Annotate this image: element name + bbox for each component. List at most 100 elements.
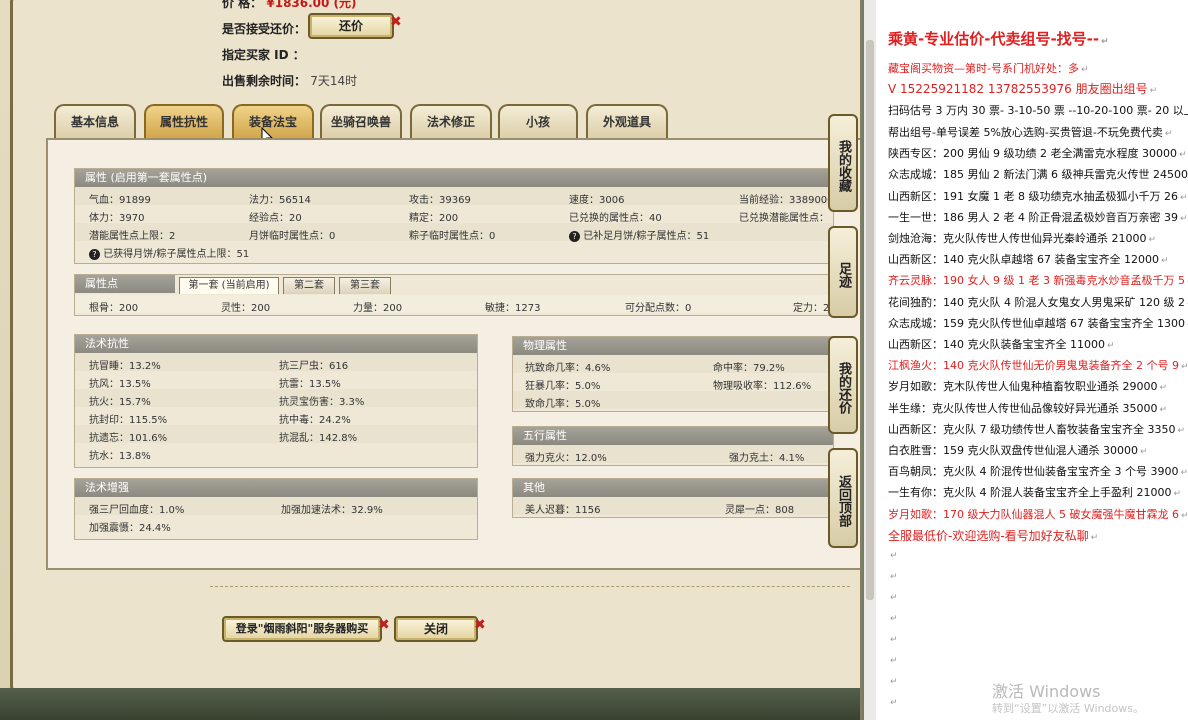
document-line: 山西新区：140 克火队装备宝宝齐全 11000 ↵ [888, 336, 1115, 352]
document-line-text: 藏宝阁买物资—第时-号系门机好处：多 [888, 62, 1079, 75]
tab-mounts-summons[interactable]: 坐骑召唤兽 [320, 104, 402, 138]
price-row: 价 格： ¥1836.00 (元) [222, 0, 357, 11]
resist-cell: 抗冒睡：13.2% [89, 361, 161, 372]
paragraph-mark-icon: ↵ [890, 697, 898, 708]
document-line: 剑烛沧海：克火队传世人传世仙异光秦岭通杀 21000 ↵ [888, 230, 1156, 246]
document-line-text: 齐云灵脉：190 女人 9 级 1 老 3 新强毒克水炒音孟极千万 5 [888, 274, 1185, 288]
document-line: 一生一世：186 男人 2 老 4 阶正骨混孟极妙音百万亲密 39 ↵ [888, 209, 1188, 225]
counter-offer-button[interactable]: 还价 [308, 13, 394, 39]
accept-counter-label: 是否接受还价： [222, 22, 307, 36]
paragraph-mark-icon: ↵ [1160, 256, 1169, 267]
help-icon[interactable]: ? [569, 231, 580, 242]
points-cell: 灵性：200 [221, 303, 271, 314]
attr-cell: 体力：3970 [89, 213, 145, 224]
document-line: 山西新区：191 女魔 1 老 8 级功绩克水抽孟极狐小千万 26 ↵ [888, 188, 1188, 204]
tab-basic-info[interactable]: 基本信息 [54, 104, 136, 138]
document-line-text: 山西新区：191 女魔 1 老 8 级功绩克水抽孟极狐小千万 26 [888, 189, 1178, 203]
physical-box: 物理属性 抗致命几率：4.6% 命中率：79.2% 狂暴几率：5.0% 物理吸收… [512, 336, 834, 412]
boost-cell: 加强震慑：24.4% [89, 523, 171, 534]
subtab-set-1[interactable]: 第一套 (当前启用) [179, 277, 279, 294]
other-box: 其他 美人迟暮：1156 灵犀一点：808 [512, 478, 834, 518]
empty-paragraph: ↵ [888, 590, 898, 603]
document-line: 帮出组号-单号误差 5%放心选购-买贵管退-不玩免费代卖 ↵ [888, 124, 1172, 140]
boost-cell: 加强加速法术：32.9% [281, 505, 383, 516]
attr-cell: 经验点：20 [249, 213, 302, 224]
physical-cell: 致命几率：5.0% [525, 399, 601, 410]
paragraph-mark-icon: ↵ [1179, 192, 1188, 203]
points-cell: 敏捷：1273 [485, 303, 541, 314]
document-line: 岁月如歌：170 级大力队仙器混人 5 破女魔强牛魔甘霖龙 6 ↵ [888, 506, 1188, 522]
game-window: 价 格： ¥1836.00 (元) 是否接受还价： 还价 ✖ 指定买家 ID ：… [0, 0, 862, 720]
magic-boost-box: 法术增强 强三尸回血度：1.0% 加强加速法术：32.9% 加强震慑：24.4% [74, 478, 478, 540]
tab-appearance[interactable]: 外观道具 [586, 104, 668, 138]
paragraph-mark-icon: ↵ [1139, 447, 1148, 457]
activation-watermark-sub: 转到“设置”以激活 Windows。 [992, 702, 1144, 715]
subtab-set-3[interactable]: 第三套 [339, 277, 391, 294]
resist-cell: 抗混乱：142.8% [279, 433, 358, 444]
attributes-header: 属性 (启用第一套属性点) [75, 169, 833, 187]
attr-cell: 粽子临时属性点：0 [409, 231, 496, 242]
footprints-button[interactable]: 足迹 [828, 226, 858, 318]
document-line: 花间独酌：140 克火队 4 阶混人女鬼女人男鬼采矿 120 级 2↵ [888, 294, 1188, 310]
other-header: 其他 [513, 479, 833, 497]
boost-cell: 强三尸回血度：1.0% [89, 505, 185, 516]
paragraph-mark-icon: ↵ [1173, 489, 1182, 500]
attr-cell: 法力：56514 [249, 195, 311, 206]
document-line: 山西新区：克火队 7 级功绩传世人畜牧装备宝宝齐全 3350 ↵ [888, 421, 1185, 437]
attr-footer-text: 已获得月饼/粽子属性点上限：51 [103, 249, 250, 260]
my-counter-offers-button[interactable]: 我的还价 [828, 336, 858, 434]
document-line-text: 众志成城：159 克火队传世仙卓越塔 67 装备宝宝齐全 1300 [888, 316, 1185, 330]
tab-attribute-resist[interactable]: 属性抗性 [144, 104, 224, 138]
document-line-text: 全服最低价-欢迎选购-看号加好友私聊 [888, 528, 1089, 543]
tab-spell-mods[interactable]: 法术修正 [410, 104, 492, 138]
close-x-icon: ✖ [390, 14, 402, 30]
wuxing-header: 五行属性 [513, 427, 833, 445]
resist-cell: 抗遗忘：101.6% [89, 433, 168, 444]
tab-child[interactable]: 小孩 [498, 104, 578, 138]
resist-cell: 抗灵宝伤害：3.3% [279, 397, 365, 408]
resist-cell: 抗水：13.8% [89, 451, 151, 462]
document-line-text: 岁月如歌：克木队传世人仙鬼种植畜牧职业通杀 29000 [888, 380, 1158, 394]
price-value: ¥1836.00 (元) [266, 0, 357, 10]
document-line: 一生有你：克火队 4 阶混人装备宝宝齐全上手盈利 21000 ↵ [888, 484, 1181, 500]
document-line-text: 一生有你：克火队 4 阶混人装备宝宝齐全上手盈利 21000 [888, 486, 1172, 500]
physical-cell: 抗致命几率：4.6% [525, 363, 611, 374]
scrollbar[interactable] [864, 0, 876, 720]
my-favorites-button[interactable]: 我的收藏 [828, 114, 858, 212]
empty-paragraph: ↵ [888, 611, 898, 624]
document-line: 齐云灵脉：190 女人 9 级 1 老 3 新强毒克水炒音孟极千万 5↵ [888, 272, 1188, 288]
document-line: 山西新区：140 克火队卓越塔 67 装备宝宝齐全 12000 ↵ [888, 251, 1169, 267]
magic-resist-header: 法术抗性 [75, 335, 477, 353]
login-purchase-button[interactable]: 登录"烟雨斜阳"服务器购买 [222, 616, 382, 642]
paragraph-mark-icon: ↵ [890, 571, 898, 582]
attr-cell: 潜能属性点上限：2 [89, 231, 176, 242]
details-panel: 属性 (启用第一套属性点) 气血：91899 法力：56514 攻击：39369… [46, 138, 860, 570]
points-cell: 定力：2 [793, 303, 830, 314]
help-icon[interactable]: ? [89, 249, 100, 260]
back-to-top-button[interactable]: 返回顶部 [828, 448, 858, 548]
empty-paragraph: ↵ [888, 674, 898, 687]
empty-paragraph: ↵ [888, 632, 898, 645]
document-line: 全服最低价-欢迎选购-看号加好友私聊 ↵ [888, 527, 1098, 544]
attr-cell: 已兑换的属性点：40 [569, 213, 662, 224]
document-line: 乘黄-专业估价-代卖组号-找号-- ↵ [888, 28, 1109, 49]
subtab-set-2[interactable]: 第二套 [283, 277, 335, 294]
wuxing-box: 五行属性 强力克火：12.0% 强力克土：4.1% [512, 426, 834, 466]
document-line: 扫码估号 3 万内 30 票- 3-10-50 票 --10-20-100 票-… [888, 102, 1188, 118]
document-line-text: 山西新区：克火队 7 级功绩传世人畜牧装备宝宝齐全 3350 [888, 422, 1176, 436]
close-button[interactable]: 关闭 [394, 616, 478, 642]
magic-boost-header: 法术增强 [75, 479, 477, 497]
document-line-text: 帮出组号-单号误差 5%放心选购-买贵管退-不玩免费代卖 [888, 126, 1163, 139]
resist-cell: 抗雷：13.5% [279, 379, 341, 390]
document-line-text: 白衣胜雪：159 克火队双盘传世仙混人通杀 30000 [888, 444, 1138, 457]
physical-cell: 命中率：79.2% [713, 363, 785, 374]
close-x-icon: ✖ [378, 617, 390, 633]
paragraph-mark-icon: ↵ [890, 655, 898, 666]
other-cell: 美人迟暮：1156 [525, 505, 601, 516]
time-row: 出售剩余时间： 7天14时 [222, 72, 357, 89]
document-line: 半生缘：克火队传世人传世仙品像较好异光通杀 35000 ↵ [888, 400, 1167, 416]
paragraph-mark-icon: ↵ [1159, 383, 1168, 394]
scrollbar-thumb[interactable] [866, 40, 874, 600]
wuxing-cell: 强力克土：4.1% [729, 453, 805, 464]
points-cell: 根骨：200 [89, 303, 139, 314]
